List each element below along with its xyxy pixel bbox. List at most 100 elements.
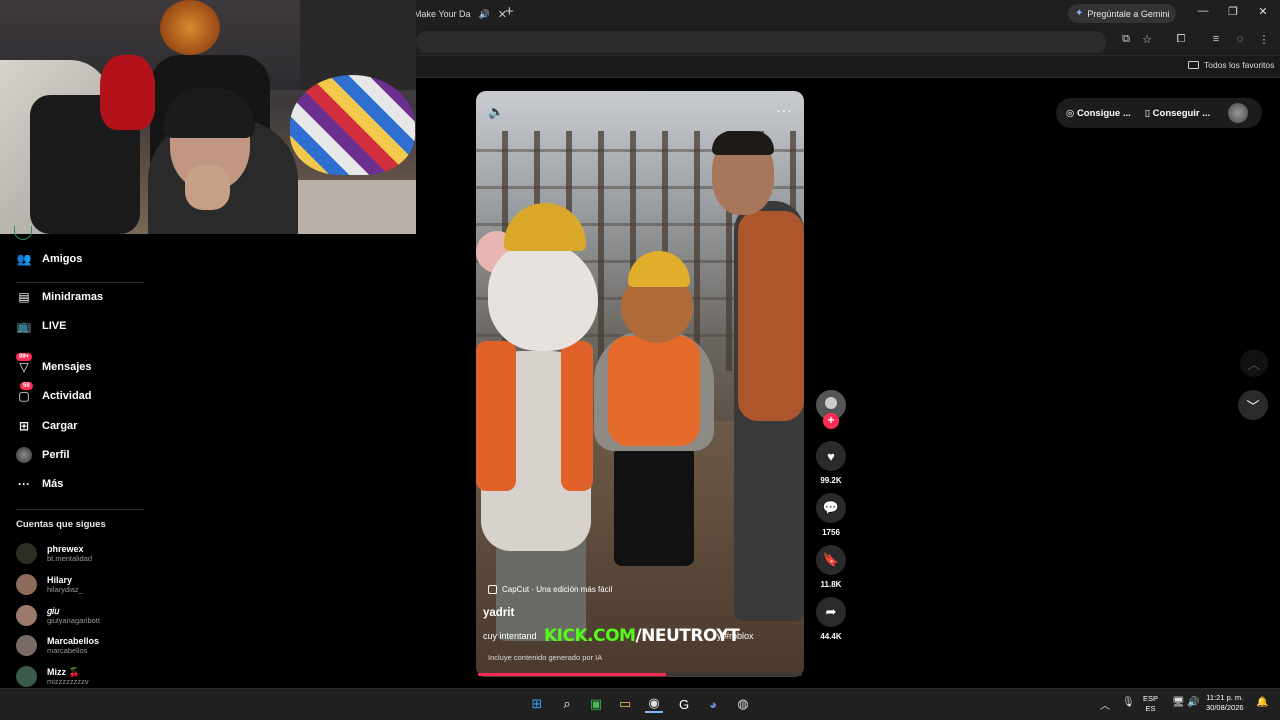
followed-account[interactable]: Mizz 🍒 mizzzzzzzzv — [16, 666, 89, 687]
omnibox[interactable] — [416, 31, 1106, 53]
extensions-icon[interactable]: ⧠ — [1173, 33, 1189, 46]
sidebar-item-perfil[interactable]: Perfil — [16, 447, 70, 463]
xbox-icon[interactable]: ▣ — [587, 695, 605, 713]
bookmark-icon: 🔖 — [822, 552, 840, 567]
comment-count: 1756 — [822, 528, 840, 537]
gemini-label: Pregúntale a Gemini — [1087, 8, 1170, 19]
app-g-icon[interactable]: G — [675, 695, 693, 713]
progress-fill — [478, 673, 666, 676]
chevron-up-icon: ︿ — [1247, 356, 1261, 372]
messages-icon: ▽ 99+ — [16, 353, 33, 375]
sidebar-item-actividad[interactable]: ▢ 58 Actividad — [16, 382, 92, 404]
save-count: 11.8K — [820, 580, 842, 589]
sidebar-item-label: Minidramas — [42, 291, 104, 303]
get-coins-button[interactable]: ◎ Consigue ... — [1066, 108, 1131, 119]
followed-account[interactable]: 𝑔𝑖𝑢 giulyanagaribott — [16, 605, 100, 626]
get-app-button[interactable]: ▯ Conseguir ... — [1145, 108, 1210, 119]
avatar — [16, 574, 37, 595]
tab-title: Make Your Da — [414, 9, 471, 19]
new-tab-icon[interactable]: + — [505, 3, 514, 20]
speaker-icon[interactable]: 🔊 — [479, 9, 490, 20]
sidebar-item-minidramas[interactable]: ▤ Minidramas — [16, 289, 103, 305]
capcut-link[interactable]: CapCut · Una edición más fácil — [488, 585, 612, 594]
cast-icon[interactable]: ⧉ — [1118, 33, 1134, 46]
sidebar-item-label: Actividad — [42, 390, 92, 402]
more-options-icon[interactable]: ··· — [776, 102, 793, 118]
share-button[interactable]: ➦ — [816, 597, 846, 627]
activity-badge: 58 — [20, 382, 33, 390]
save-button[interactable]: 🔖 — [816, 545, 846, 575]
follow-plus-icon[interactable]: + — [823, 413, 839, 429]
sidebar-item-mas[interactable]: ··· Más — [16, 476, 63, 492]
following-title: Cuentas que sigues — [16, 519, 106, 530]
heart-icon: ♥ — [827, 448, 835, 464]
volume-tray-icon[interactable]: 🔊 — [1187, 697, 1199, 708]
favorites-label: Todos los favoritos — [1204, 60, 1275, 70]
messages-badge: 99+ — [16, 353, 33, 361]
chevron-down-icon: ﹀ — [1246, 398, 1260, 414]
followed-account[interactable]: phrewex bt.mentalidad — [16, 543, 92, 564]
chrome-icon[interactable]: ◉ — [645, 695, 663, 713]
language-indicator[interactable]: ESP ES — [1143, 694, 1158, 714]
minidramas-icon: ▤ — [18, 290, 30, 304]
avatar — [16, 605, 37, 626]
followed-account[interactable]: Hilary hilarydiaz_ — [16, 574, 83, 595]
video-progress-bar[interactable] — [478, 673, 802, 676]
notifications-icon[interactable]: 🔔 — [1256, 697, 1268, 708]
comment-icon: 💬 — [822, 500, 840, 515]
sidebar-item-mensajes[interactable]: ▽ 99+ Mensajes — [16, 353, 92, 375]
video-author[interactable]: yadrit — [483, 607, 514, 619]
like-count: 99.2K — [820, 476, 842, 485]
avatar — [16, 666, 37, 687]
share-icon: ➦ — [825, 604, 837, 619]
upload-icon: ⊞ — [18, 419, 30, 433]
sidebar-item-label: Mensajes — [42, 361, 92, 373]
windows-start-icon[interactable]: ⊞ — [528, 695, 546, 713]
coin-icon: ◎ — [1066, 107, 1077, 119]
phone-icon: ▯ — [1144, 107, 1153, 119]
divider — [16, 509, 144, 510]
star-icon[interactable]: ☆ — [1139, 33, 1155, 46]
clock[interactable]: 11:21 p. m. 30/08/2026 — [1206, 693, 1244, 713]
network-icon[interactable]: 🖥 — [1172, 697, 1185, 708]
activity-icon: ▢ 58 — [16, 382, 33, 404]
tray-chevron-icon[interactable]: ︿ — [1100, 697, 1110, 712]
like-button[interactable]: ♥ — [816, 441, 846, 471]
user-avatar[interactable] — [1228, 103, 1249, 123]
capcut-icon — [488, 585, 497, 594]
avatar — [16, 543, 37, 564]
minimize-icon[interactable]: — — [1196, 5, 1210, 17]
next-video-button[interactable]: ﹀ — [1238, 390, 1268, 420]
discord-icon[interactable]: ◕ — [704, 695, 722, 713]
all-favorites[interactable]: Todos los favoritos — [1188, 60, 1274, 70]
followed-account[interactable]: Marcabellos marcabellos — [16, 635, 99, 656]
restore-icon[interactable]: ❐ — [1226, 5, 1240, 18]
volume-icon[interactable]: 🔈 — [488, 104, 504, 120]
profile-loading-icon[interactable]: ◌ — [1232, 33, 1248, 45]
comment-button[interactable]: 💬 — [816, 493, 846, 523]
divider — [16, 282, 144, 283]
sidebar-item-live[interactable]: 📺 LIVE — [16, 318, 67, 334]
profile-icon — [16, 447, 32, 463]
sidebar-item-label: Más — [42, 478, 64, 490]
gemini-button[interactable]: ✦ Pregúntale a Gemini — [1068, 4, 1176, 23]
gemini-spark-icon: ✦ — [1075, 8, 1084, 19]
close-window-icon[interactable]: ✕ — [1256, 5, 1270, 18]
sidebar-item-amigos[interactable]: 👥 Amigos — [16, 251, 83, 267]
sidebar-item-label: Amigos — [42, 253, 83, 265]
ai-content-notice: Incluye contenido generado por IA — [488, 653, 603, 662]
friends-icon: 👥 — [16, 252, 32, 266]
top-right-buttons: ◎ Consigue ... ▯ Conseguir ... — [1056, 98, 1262, 128]
search-icon[interactable]: ⌕ — [558, 695, 576, 713]
share-count: 44.4K — [820, 632, 842, 641]
menu-icon[interactable]: ⋮ — [1256, 33, 1272, 46]
media-control-icon[interactable]: ≡ — [1208, 33, 1224, 45]
previous-video-button[interactable]: ︿ — [1240, 349, 1268, 377]
browser-tab[interactable]: Make Your Da 🔊 ✕ — [414, 4, 507, 24]
sidebar-item-cargar[interactable]: ⊞ Cargar — [16, 418, 78, 434]
microphone-icon[interactable]: 🎙 — [1122, 697, 1135, 708]
file-explorer-icon[interactable]: ▭ — [616, 695, 634, 713]
app-circle-icon[interactable]: ◍ — [734, 695, 752, 713]
kick-overlay: KICK.COM/NEUTROYT — [544, 626, 740, 646]
more-icon: ··· — [18, 477, 30, 491]
